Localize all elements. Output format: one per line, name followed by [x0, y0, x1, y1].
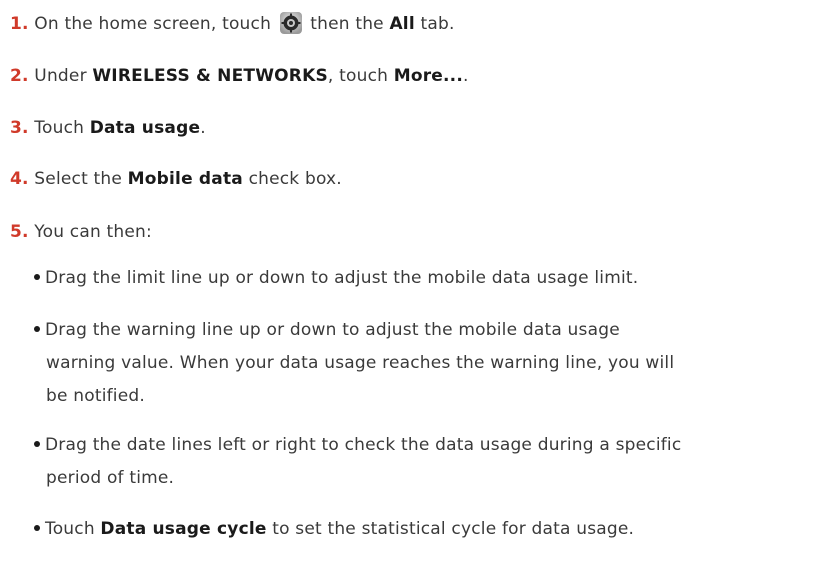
- mobile-data-label: Mobile data: [127, 169, 243, 189]
- step-1: 1. On the home screen, touch then the Al…: [10, 11, 455, 36]
- bullet-dot-icon: [34, 325, 40, 332]
- data-usage-cycle-label: Data usage cycle: [100, 519, 267, 539]
- step-text: then the: [304, 14, 390, 34]
- step-text: Under: [34, 66, 93, 86]
- bullet-item: Drag the date lines left or right to che…: [34, 429, 814, 495]
- step-text: Select the: [34, 169, 128, 189]
- bullet-dot-icon: [34, 440, 40, 447]
- wireless-networks-label: WIRELESS & NETWORKS: [92, 66, 328, 86]
- step-2: 2. Under WIRELESS & NETWORKS, touch More…: [10, 64, 469, 88]
- step-4: 4. Select the Mobile data check box.: [10, 167, 342, 191]
- step-number: 4.: [10, 169, 29, 189]
- step-text: check box.: [242, 169, 342, 189]
- step-text: , touch: [327, 66, 394, 86]
- step-text: .: [463, 66, 469, 86]
- bullet-line: Drag the date lines left or right to che…: [45, 435, 682, 455]
- bullet-line: Drag the limit line up or down to adjust…: [45, 268, 639, 288]
- step-text: tab.: [414, 14, 455, 34]
- step-text: On the home screen, touch: [34, 14, 277, 34]
- bullet-line: period of time.: [46, 468, 175, 488]
- data-usage-label: Data usage: [89, 118, 201, 138]
- all-tab-label: All: [389, 14, 415, 34]
- bullet-dot-icon: [34, 524, 40, 531]
- step-number: 3.: [10, 118, 29, 138]
- step-5: 5. You can then:: [10, 220, 152, 244]
- step-text: You can then:: [34, 222, 152, 242]
- bullet-line: be notified.: [46, 386, 145, 406]
- step-number: 2.: [10, 66, 29, 86]
- bullet-line: Touch: [45, 519, 101, 539]
- settings-gear-icon: [279, 11, 303, 35]
- step-3: 3. Touch Data usage.: [10, 116, 206, 140]
- bullet-item: Drag the warning line up or down to adju…: [34, 314, 814, 413]
- bullet-line: Drag the warning line up or down to adju…: [45, 320, 620, 340]
- bullet-line: warning value. When your data usage reac…: [46, 353, 675, 373]
- bullet-item: Drag the limit line up or down to adjust…: [34, 262, 814, 295]
- bullet-dot-icon: [34, 273, 40, 280]
- bullet-line: to set the statistical cycle for data us…: [266, 519, 635, 539]
- bullet-item: Touch Data usage cycle to set the statis…: [34, 513, 814, 546]
- step-number: 1.: [10, 14, 29, 34]
- document-page: 1. On the home screen, touch then the Al…: [0, 0, 818, 579]
- more-label: More...: [393, 66, 463, 86]
- step-text: .: [200, 118, 206, 138]
- step-text: Touch: [34, 118, 90, 138]
- step-number: 5.: [10, 222, 29, 242]
